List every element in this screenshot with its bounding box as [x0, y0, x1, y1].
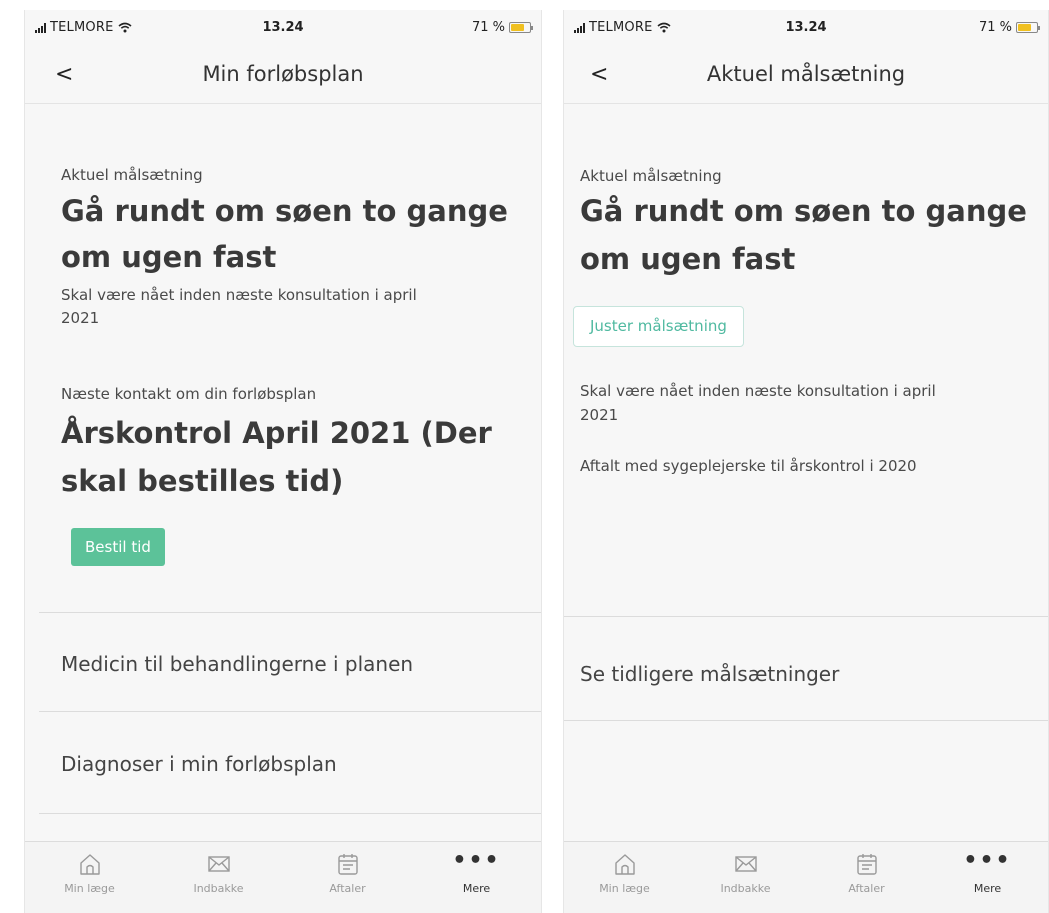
- goal-deadline-line1: Skal være nået inden næste konsultation …: [61, 286, 417, 304]
- navigation-bar: < Min forløbsplan: [25, 48, 541, 104]
- left-screen: TELMORE 13.24 71 % < Min forløbsplan Akt…: [24, 10, 542, 913]
- tab-aftaler[interactable]: Aftaler: [283, 842, 412, 913]
- tab-bar: Min læge Indbakke Aftaler ••• Mere: [564, 841, 1048, 913]
- tab-aftaler[interactable]: Aftaler: [806, 842, 927, 913]
- tab-label: Mere: [462, 882, 491, 895]
- next-contact-title-line1: Årskontrol April 2021 (Der: [61, 416, 492, 450]
- page-title: Aktuel målsætning: [706, 62, 906, 86]
- menu-item-previous-goals[interactable]: Se tidligere målsætninger: [580, 662, 839, 686]
- calendar-icon: [337, 854, 358, 875]
- goal-title-line2: om ugen fast: [580, 242, 796, 276]
- goal-label: Aktuel målsætning: [61, 166, 203, 184]
- status-bar: TELMORE 13.24 71 %: [25, 10, 541, 48]
- battery-icon: [509, 22, 533, 33]
- tab-bar: Min læge Indbakke Aftaler ••• Mere: [25, 841, 541, 913]
- divider: [564, 616, 1048, 617]
- divider: [39, 711, 541, 712]
- tab-label: Aftaler: [848, 882, 885, 895]
- tab-label: Aftaler: [329, 882, 366, 895]
- clock: 13.24: [262, 20, 304, 35]
- tab-indbakke[interactable]: Indbakke: [685, 842, 806, 913]
- divider: [39, 813, 541, 814]
- right-screen: TELMORE 13.24 71 % < Aktuel målsætning A…: [563, 10, 1049, 913]
- menu-item-medicine[interactable]: Medicin til behandlingerne i planen: [61, 652, 413, 676]
- home-icon: [79, 854, 100, 875]
- battery-percent: 71 %: [471, 20, 505, 35]
- more-icon: •••: [963, 848, 1012, 873]
- goal-title-line1: Gå rundt om søen to gange: [580, 194, 1027, 228]
- goal-title-line1: Gå rundt om søen to gange: [61, 194, 508, 228]
- goal-title-line2: om ugen fast: [61, 240, 277, 274]
- tab-min-laege[interactable]: Min læge: [564, 842, 685, 913]
- next-contact-label: Næste kontakt om din forløbsplan: [61, 385, 317, 403]
- book-appointment-button[interactable]: Bestil tid: [71, 528, 165, 566]
- tab-label: Indbakke: [720, 882, 771, 895]
- adjust-goal-button[interactable]: Juster målsætning: [573, 306, 744, 347]
- goal-agreed-note: Aftalt med sygeplejerske til årskontrol …: [580, 457, 917, 475]
- tab-indbakke[interactable]: Indbakke: [154, 842, 283, 913]
- calendar-icon: [856, 854, 877, 875]
- page-title: Min forløbsplan: [202, 62, 364, 86]
- more-icon: •••: [452, 848, 501, 873]
- battery-icon: [1016, 22, 1040, 33]
- status-bar: TELMORE 13.24 71 %: [564, 10, 1048, 48]
- goal-label: Aktuel målsætning: [580, 167, 722, 185]
- goal-deadline-line1: Skal være nået inden næste konsultation …: [580, 382, 936, 400]
- battery-indicator: 71 %: [471, 20, 533, 35]
- tab-mere[interactable]: ••• Mere: [927, 842, 1048, 913]
- next-contact-title-line2: skal bestilles tid): [61, 464, 344, 498]
- battery-percent: 71 %: [978, 20, 1012, 35]
- mail-icon: [207, 856, 230, 872]
- battery-indicator: 71 %: [978, 20, 1040, 35]
- goal-deadline-line2: 2021: [580, 406, 619, 424]
- divider: [564, 720, 1048, 721]
- mail-icon: [734, 856, 757, 872]
- tab-label: Indbakke: [193, 882, 244, 895]
- home-icon: [614, 854, 635, 875]
- divider: [39, 612, 541, 613]
- menu-item-diagnoses[interactable]: Diagnoser i min forløbsplan: [61, 752, 337, 776]
- clock: 13.24: [785, 20, 827, 35]
- navigation-bar: < Aktuel målsætning: [564, 48, 1048, 104]
- tab-min-laege[interactable]: Min læge: [25, 842, 154, 913]
- goal-deadline-line2: 2021: [61, 309, 100, 327]
- tab-mere[interactable]: ••• Mere: [412, 842, 541, 913]
- tab-label: Mere: [973, 882, 1002, 895]
- tab-label: Min læge: [64, 882, 115, 895]
- tab-label: Min læge: [599, 882, 650, 895]
